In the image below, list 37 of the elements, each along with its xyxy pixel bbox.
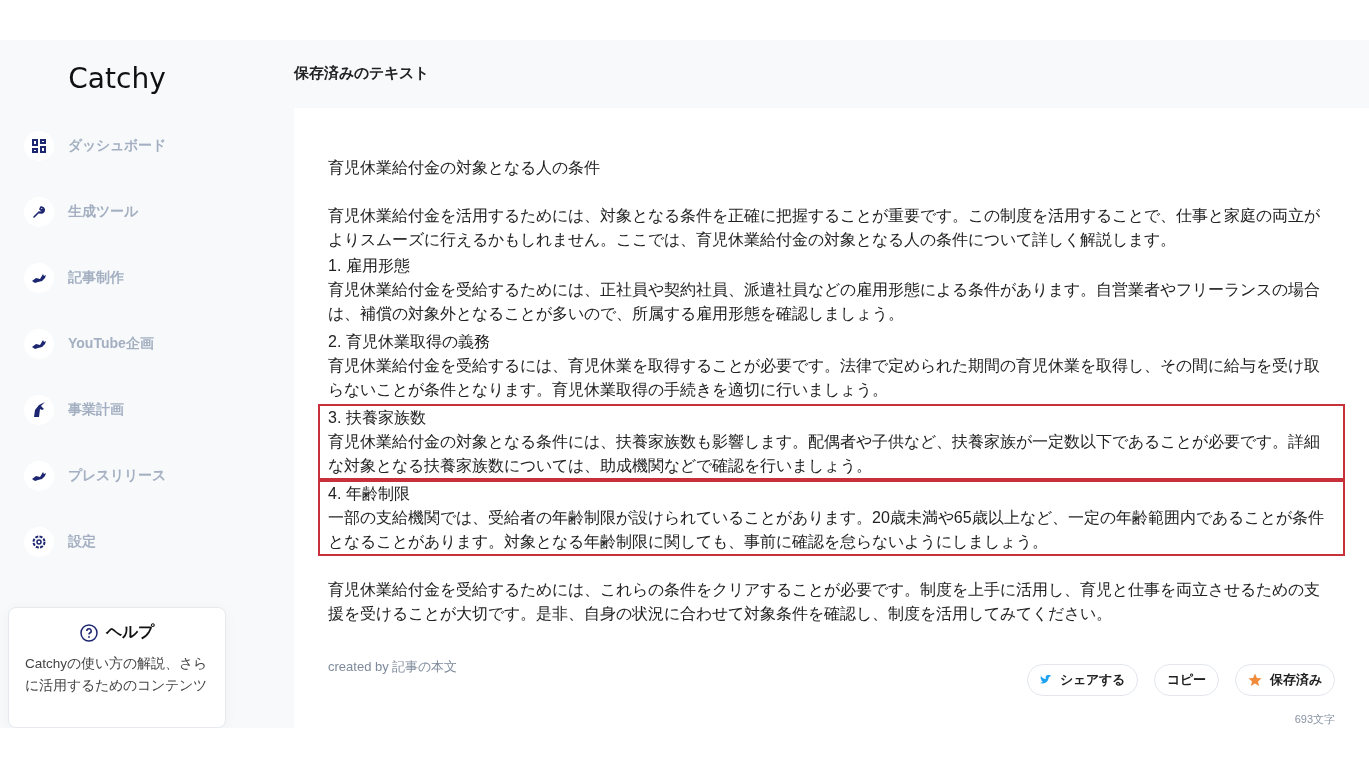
wrench-icon: [32, 205, 46, 219]
action-button[interactable]: 保存済み: [1235, 664, 1335, 696]
paragraph: 一部の支給機関では、受給者の年齢制限が設けられていることがあります。20歳未満や65歳以上など、一定の年齢範囲内であることが条件となることがあります。対象となる年齢制限に関しても、事前に確認を怠らないようにしましょう。: [328, 508, 1325, 552]
sidebar-item[interactable]: ダッシュボード: [68, 137, 166, 155]
sidebar-item[interactable]: 設定: [68, 533, 96, 551]
creature-icon: [31, 272, 47, 284]
section-heading: 2. 育児休業取得の義務: [328, 332, 491, 352]
section-heading: 1. 雇用形態: [328, 256, 411, 276]
creature-icon: [31, 338, 47, 350]
logo: Catchy: [68, 62, 166, 95]
paragraph: 育児休業給付金を受給するには、育児休業を取得することが必要です。法律で定められた期間の育児休業を取得し、その間に給与を受け取らないことが条件となります。育児休業取得の手続きを適切に行いましょう。: [328, 356, 1321, 400]
horse-head-icon: [32, 402, 46, 418]
section-heading: 3. 扶養家族数: [328, 408, 427, 428]
dashboard-icon: [32, 139, 46, 153]
created-by: created by 記事の本文: [328, 658, 458, 676]
section-heading: 4. 年齢制限: [328, 484, 411, 504]
paragraph: 育児休業給付金の対象となる条件には、扶養家族数も影響します。配偶者や子供など、扶養家族が一定数以下であることが必要です。詳細な対象となる扶養家族数については、助成機関などで確認を行いましょう。: [328, 432, 1321, 476]
paragraph: 育児休業給付金を活用するためには、対象となる条件を正確に把握することが重要です。この制度を活用することで、仕事と家庭の両立がよりスムーズに行えるかもしれません。ここでは、育児休業給付金の対象となる人の条件について詳しく解説します。: [328, 206, 1321, 250]
sidebar-item[interactable]: プレスリリース: [68, 467, 166, 485]
page-title: 保存済みのテキスト: [294, 64, 430, 83]
settings-icon: [31, 534, 47, 550]
sidebar-item[interactable]: 生成ツール: [68, 203, 138, 221]
help-title: ヘルプ: [106, 622, 154, 642]
help-text: Catchyの使い方の解説、さらに活用するためのコンテンツ: [25, 655, 209, 695]
help-icon: [80, 623, 98, 642]
action-button[interactable]: シェアする: [1027, 664, 1138, 696]
sidebar-item[interactable]: YouTube企画: [68, 335, 154, 353]
action-button[interactable]: コピー: [1154, 664, 1219, 696]
article-title: 育児休業給付金の対象となる人の条件: [328, 158, 601, 178]
bird-icon: [1040, 675, 1052, 685]
sidebar-item[interactable]: 記事制作: [68, 269, 124, 287]
character-count: 693文字: [1294, 712, 1335, 727]
sidebar-item[interactable]: 事業計画: [68, 401, 124, 419]
star-icon: [1248, 673, 1262, 687]
paragraph: 育児休業給付金を受給するためには、正社員や契約社員、派遣社員などの雇用形態による条件があります。自営業者やフリーランスの場合は、補償の対象外となることが多いので、所属する雇用形態を確認しましょう。: [328, 280, 1321, 324]
paragraph: 育児休業給付金を受給するためには、これらの条件をクリアすることが必要です。制度を上手に活用し、育児と仕事を両立させるための支援を受けることが大切です。是非、自身の状況に合わせて対象条件を確認し、制度を活用してみてください。: [328, 580, 1321, 624]
creature-icon: [31, 470, 47, 482]
